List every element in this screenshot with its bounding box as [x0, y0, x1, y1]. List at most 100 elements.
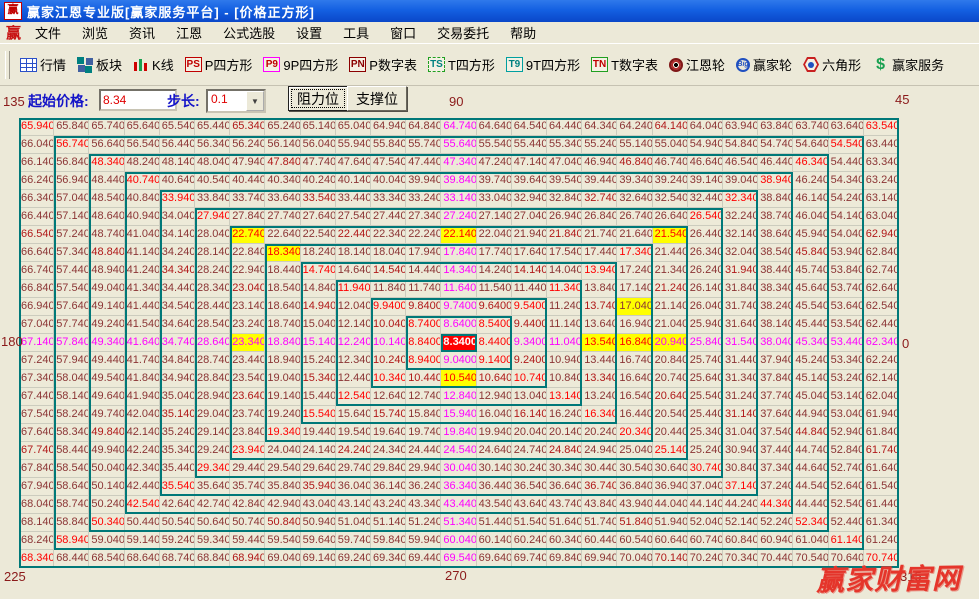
price-cell[interactable]: 46.4400 — [758, 154, 793, 172]
price-cell[interactable]: 33.1400 — [441, 190, 476, 208]
price-cell[interactable]: 25.9400 — [688, 316, 723, 334]
price-cell[interactable]: 23.5400 — [230, 370, 265, 388]
price-cell[interactable]: 24.7400 — [512, 442, 547, 460]
price-cell[interactable]: 41.0400 — [125, 226, 160, 244]
price-cell[interactable]: 58.3400 — [54, 424, 89, 442]
price-cell[interactable]: 41.3400 — [125, 280, 160, 298]
price-cell[interactable]: 53.7400 — [829, 280, 864, 298]
price-cell[interactable]: 51.5400 — [512, 514, 547, 532]
price-cell[interactable]: 10.4400 — [406, 370, 441, 388]
price-cell[interactable]: 70.2400 — [688, 550, 723, 568]
price-cell[interactable]: 20.0400 — [512, 424, 547, 442]
price-cell[interactable]: 19.0400 — [265, 370, 300, 388]
price-cell[interactable]: 58.2400 — [54, 406, 89, 424]
price-cell[interactable]: 31.0400 — [723, 424, 758, 442]
price-cell[interactable]: 48.1400 — [160, 154, 195, 172]
price-cell[interactable]: 60.4400 — [582, 532, 617, 550]
price-cell[interactable]: 54.4400 — [829, 154, 864, 172]
price-cell[interactable]: 54.9400 — [688, 136, 723, 154]
menu-item-4[interactable]: 江恩 — [172, 21, 206, 44]
price-cell[interactable]: 31.8400 — [723, 280, 758, 298]
price-cell[interactable]: 30.5400 — [617, 460, 652, 478]
price-cell[interactable]: 21.7400 — [582, 226, 617, 244]
price-cell[interactable]: 39.9400 — [406, 172, 441, 190]
price-cell[interactable]: 21.6400 — [617, 226, 652, 244]
price-cell[interactable]: 45.1400 — [793, 370, 828, 388]
price-cell[interactable]: 40.7400 — [125, 172, 160, 190]
price-cell[interactable]: 56.5400 — [125, 136, 160, 154]
price-cell[interactable]: 55.4400 — [512, 136, 547, 154]
price-cell[interactable]: 22.9400 — [230, 262, 265, 280]
price-cell[interactable]: 56.7400 — [54, 136, 89, 154]
price-cell[interactable]: 39.1400 — [688, 172, 723, 190]
price-cell[interactable]: 49.2400 — [89, 316, 124, 334]
price-cell[interactable]: 38.6400 — [758, 226, 793, 244]
price-cell[interactable]: 12.4400 — [336, 370, 371, 388]
price-cell[interactable]: 10.0400 — [371, 316, 406, 334]
price-cell[interactable]: 21.8400 — [547, 226, 582, 244]
price-cell[interactable]: 17.3400 — [617, 244, 652, 262]
price-cell[interactable]: 43.0400 — [301, 496, 336, 514]
price-cell[interactable]: 45.7400 — [793, 262, 828, 280]
price-cell[interactable]: 34.2400 — [160, 244, 195, 262]
price-cell[interactable]: 48.9400 — [89, 262, 124, 280]
price-cell[interactable]: 51.7400 — [582, 514, 617, 532]
price-cell[interactable]: 53.8400 — [829, 262, 864, 280]
price-cell[interactable]: 22.5400 — [301, 226, 336, 244]
price-cell[interactable]: 34.0400 — [160, 208, 195, 226]
price-cell[interactable]: 46.2400 — [793, 172, 828, 190]
price-cell[interactable]: 49.1400 — [89, 298, 124, 316]
price-cell[interactable]: 66.4400 — [19, 208, 54, 226]
price-cell[interactable]: 32.8400 — [547, 190, 582, 208]
price-cell[interactable]: 52.9400 — [829, 424, 864, 442]
price-cell[interactable]: 25.0400 — [617, 442, 652, 460]
price-cell[interactable]: 69.5400 — [441, 550, 476, 568]
price-cell[interactable]: 68.7400 — [160, 550, 195, 568]
price-cell[interactable]: 47.7400 — [301, 154, 336, 172]
price-cell[interactable]: 26.5400 — [688, 208, 723, 226]
price-cell[interactable]: 11.8400 — [371, 280, 406, 298]
price-cell[interactable]: 23.2400 — [230, 316, 265, 334]
price-cell[interactable]: 12.8400 — [441, 388, 476, 406]
price-cell[interactable]: 34.1400 — [160, 226, 195, 244]
price-cell[interactable]: 29.5400 — [265, 460, 300, 478]
price-cell[interactable]: 59.6400 — [301, 532, 336, 550]
price-cell[interactable]: 28.7400 — [195, 352, 230, 370]
price-cell[interactable]: 36.7400 — [582, 478, 617, 496]
price-cell[interactable]: 19.3400 — [265, 424, 300, 442]
price-cell[interactable]: 16.1400 — [512, 406, 547, 424]
price-cell[interactable]: 56.0400 — [301, 136, 336, 154]
price-cell[interactable]: 50.9400 — [301, 514, 336, 532]
price-cell[interactable]: 56.3400 — [195, 136, 230, 154]
price-cell[interactable]: 30.0400 — [441, 460, 476, 478]
price-cell[interactable]: 67.6400 — [19, 424, 54, 442]
price-cell[interactable]: 33.0400 — [477, 190, 512, 208]
price-cell[interactable]: 53.6400 — [829, 298, 864, 316]
price-cell[interactable]: 62.6400 — [864, 280, 899, 298]
price-cell[interactable]: 21.9400 — [512, 226, 547, 244]
price-cell[interactable]: 53.2400 — [829, 370, 864, 388]
price-cell[interactable]: 19.2400 — [265, 406, 300, 424]
price-cell[interactable]: 57.2400 — [54, 226, 89, 244]
price-cell[interactable]: 39.8400 — [441, 172, 476, 190]
price-cell[interactable]: 12.9400 — [477, 388, 512, 406]
price-cell[interactable]: 50.8400 — [265, 514, 300, 532]
price-cell[interactable]: 59.9400 — [406, 532, 441, 550]
dropdown-arrow-icon[interactable]: ▼ — [246, 91, 264, 111]
price-cell[interactable]: 64.0400 — [688, 118, 723, 136]
price-cell[interactable]: 45.9400 — [793, 226, 828, 244]
menu-item-7[interactable]: 工具 — [339, 21, 373, 44]
menu-item-9[interactable]: 交易委托 — [433, 21, 493, 44]
price-cell[interactable]: 53.4400 — [829, 334, 864, 352]
price-cell[interactable]: 30.7400 — [688, 460, 723, 478]
price-cell[interactable]: 42.7400 — [195, 496, 230, 514]
price-cell[interactable]: 67.0400 — [19, 316, 54, 334]
price-cell[interactable]: 42.1400 — [125, 424, 160, 442]
price-cell[interactable]: 13.4400 — [582, 352, 617, 370]
price-cell[interactable]: 25.2400 — [688, 442, 723, 460]
price-cell[interactable]: 44.9400 — [793, 406, 828, 424]
price-cell[interactable]: 56.4400 — [160, 136, 195, 154]
price-cell[interactable]: 46.5400 — [723, 154, 758, 172]
price-cell[interactable]: 56.2400 — [230, 136, 265, 154]
price-cell[interactable]: 19.9400 — [477, 424, 512, 442]
